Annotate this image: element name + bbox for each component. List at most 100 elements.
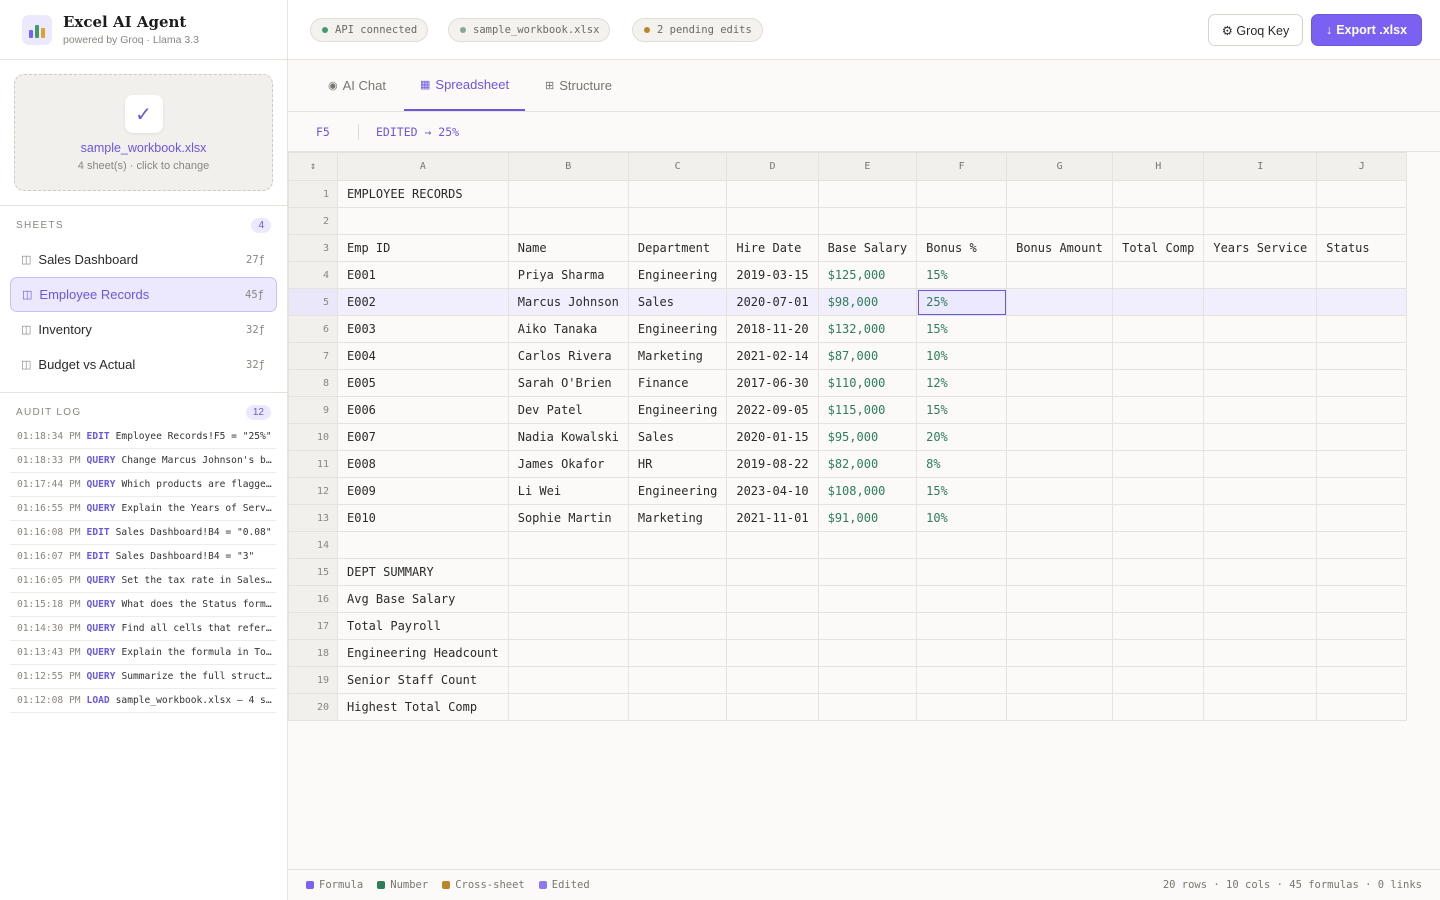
export-xlsx-button[interactable]: ↓ Export .xlsx [1311, 14, 1422, 46]
grid-cell[interactable] [1316, 180, 1408, 208]
sheet-item[interactable]: ◫ Employee Records 45ƒ [10, 277, 277, 312]
grid-cell[interactable]: 25% [916, 288, 1008, 316]
grid-cell[interactable] [1112, 585, 1205, 613]
grid-cell[interactable]: $110,000 [817, 369, 918, 397]
grid-cell[interactable] [1316, 666, 1408, 694]
grid-cell[interactable] [507, 531, 629, 559]
grid-cell[interactable]: E001 [337, 261, 509, 289]
grid-cell[interactable]: Highest Total Comp [337, 693, 509, 721]
grid-cell[interactable]: $132,000 [817, 315, 918, 343]
grid-cell[interactable] [627, 531, 728, 559]
grid-cell[interactable]: $98,000 [817, 288, 918, 316]
grid-cell[interactable] [1112, 396, 1205, 424]
grid-cell[interactable] [627, 585, 728, 613]
row-header[interactable]: 13 [288, 504, 338, 532]
grid-cell[interactable] [1112, 612, 1205, 640]
grid-cell[interactable]: Engineering [627, 396, 728, 424]
grid-cell[interactable] [1006, 693, 1114, 721]
grid-cell[interactable] [1112, 531, 1205, 559]
row-header[interactable]: 2 [288, 207, 338, 235]
grid-cell[interactable] [817, 585, 918, 613]
grid-cell[interactable] [1316, 315, 1408, 343]
grid-cell[interactable]: 2018-11-20 [726, 315, 819, 343]
grid-cell[interactable]: E009 [337, 477, 509, 505]
row-header[interactable]: 1 [288, 180, 338, 208]
grid-cell[interactable] [1006, 207, 1114, 235]
grid-cell[interactable]: Sophie Martin [507, 504, 629, 532]
grid-cell[interactable] [1006, 315, 1114, 343]
grid-cell[interactable] [916, 693, 1008, 721]
grid-cell[interactable]: Avg Base Salary [337, 585, 509, 613]
grid-cell[interactable] [1316, 585, 1408, 613]
grid-cell[interactable] [1112, 261, 1205, 289]
grid-cell[interactable] [1006, 423, 1114, 451]
grid-cell[interactable]: DEPT SUMMARY [337, 558, 509, 586]
grid-cell[interactable]: 2022-09-05 [726, 396, 819, 424]
grid-cell[interactable]: 2019-08-22 [726, 450, 819, 478]
grid-cell[interactable] [1316, 261, 1408, 289]
grid-cell[interactable] [726, 558, 819, 586]
row-header[interactable]: 11 [288, 450, 338, 478]
audit-log-entry[interactable]: 01:12:08 PM LOAD sample_workbook.xlsx — 4 … [10, 689, 276, 713]
grid-cell[interactable]: Engineering [627, 261, 728, 289]
grid-cell[interactable] [1006, 261, 1114, 289]
grid-corner[interactable]: ↕ [288, 152, 338, 181]
grid-cell[interactable]: James Okafor [507, 450, 629, 478]
grid-cell[interactable] [1203, 288, 1318, 316]
grid-cell[interactable]: Status [1316, 234, 1408, 262]
grid-cell[interactable] [726, 180, 819, 208]
grid-cell[interactable] [916, 585, 1008, 613]
grid-cell[interactable] [1203, 585, 1318, 613]
grid-cell[interactable] [1203, 207, 1318, 235]
grid-cell[interactable]: E008 [337, 450, 509, 478]
grid-cell[interactable]: Priya Sharma [507, 261, 629, 289]
grid-cell[interactable] [817, 207, 918, 235]
audit-log-entry[interactable]: 01:18:34 PM EDIT Employee Records!F5 = "25… [10, 425, 276, 449]
grid-cell[interactable] [1316, 639, 1408, 667]
row-header[interactable]: 15 [288, 558, 338, 586]
grid-cell[interactable] [916, 666, 1008, 694]
grid-cell[interactable]: 2023-04-10 [726, 477, 819, 505]
grid-cell[interactable] [726, 585, 819, 613]
grid-cell[interactable] [627, 666, 728, 694]
grid-cell[interactable] [507, 639, 629, 667]
column-header[interactable]: G [1006, 152, 1114, 181]
cell-reference[interactable]: F5 [316, 125, 330, 139]
grid-cell[interactable] [507, 666, 629, 694]
audit-log-entry[interactable]: 01:16:08 PM EDIT Sales Dashboard!B4 = "0.0… [10, 521, 276, 545]
grid-cell[interactable] [627, 612, 728, 640]
grid-cell[interactable] [817, 639, 918, 667]
column-header[interactable]: A [337, 152, 509, 181]
grid-cell[interactable]: 2020-07-01 [726, 288, 819, 316]
grid-cell[interactable] [1112, 639, 1205, 667]
grid-cell[interactable] [1006, 288, 1114, 316]
grid-cell[interactable]: 15% [916, 396, 1008, 424]
row-header[interactable]: 7 [288, 342, 338, 370]
grid-cell[interactable] [1006, 558, 1114, 586]
grid-cell[interactable] [627, 180, 728, 208]
tab-structure[interactable]: ⊞ Structure [545, 60, 612, 111]
grid-cell[interactable] [1112, 477, 1205, 505]
tab-ai-chat[interactable]: ◉ AI Chat [328, 60, 386, 111]
row-header[interactable]: 14 [288, 531, 338, 559]
grid-cell[interactable]: Carlos Rivera [507, 342, 629, 370]
grid-cell[interactable] [1203, 639, 1318, 667]
audit-log-entry[interactable]: 01:16:05 PM QUERY Set the tax rate in Sale… [10, 569, 276, 593]
grid-cell[interactable] [1316, 693, 1408, 721]
column-header[interactable]: F [916, 152, 1008, 181]
grid-cell[interactable]: E004 [337, 342, 509, 370]
groq-key-button[interactable]: ⚙ Groq Key [1208, 14, 1303, 46]
grid-cell[interactable]: $125,000 [817, 261, 918, 289]
column-header[interactable]: I [1203, 152, 1318, 181]
grid-cell[interactable] [1112, 180, 1205, 208]
grid-cell[interactable]: Total Payroll [337, 612, 509, 640]
column-header[interactable]: H [1112, 152, 1205, 181]
grid-cell[interactable]: Emp ID [337, 234, 509, 262]
grid-cell[interactable]: E005 [337, 369, 509, 397]
grid-cell[interactable] [1006, 450, 1114, 478]
row-header[interactable]: 3 [288, 234, 338, 262]
row-header[interactable]: 20 [288, 693, 338, 721]
audit-log-entry[interactable]: 01:12:55 PM QUERY Summarize the full struc… [10, 665, 276, 689]
grid-cell[interactable]: $87,000 [817, 342, 918, 370]
grid-cell[interactable]: $91,000 [817, 504, 918, 532]
